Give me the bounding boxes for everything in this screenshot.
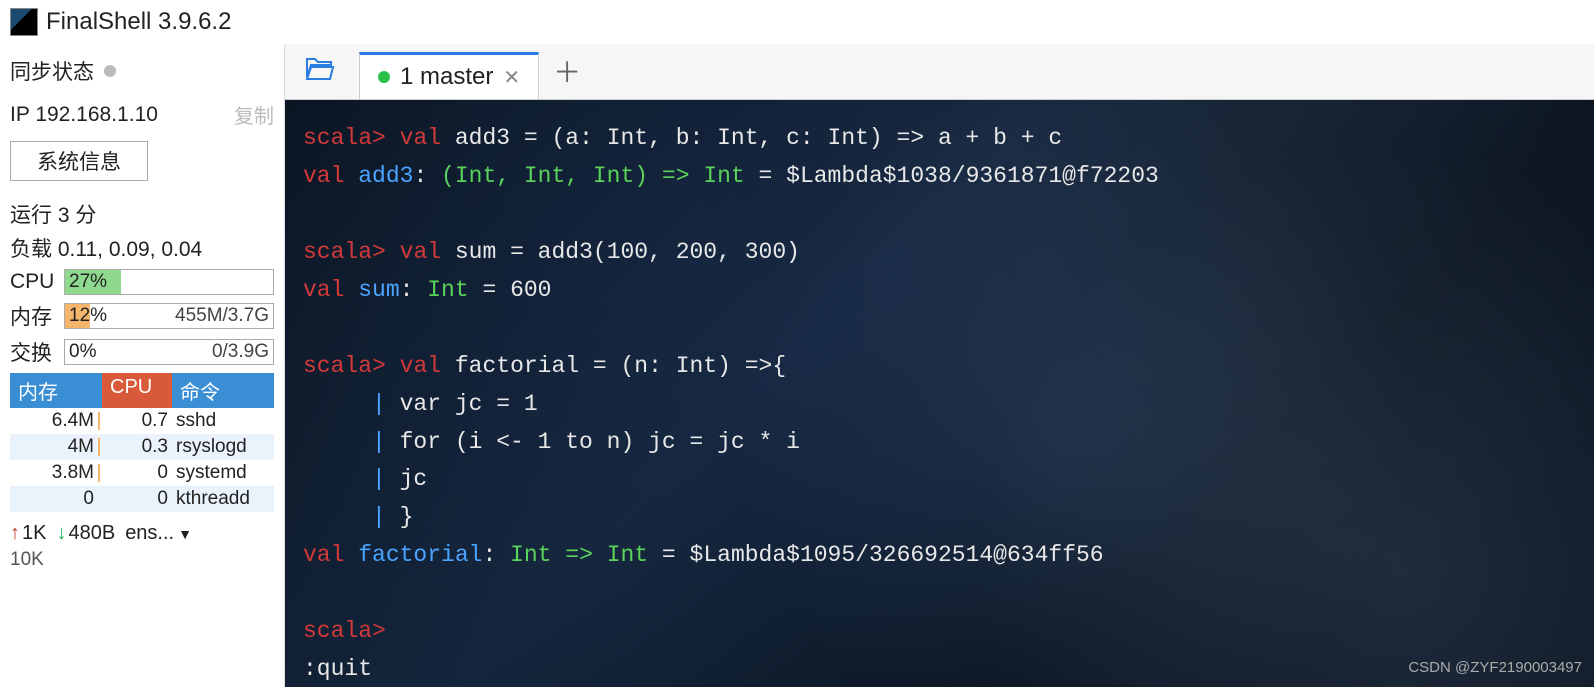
system-info-button[interactable]: 系统信息 (10, 141, 148, 181)
net-row: ↑1K ↓480B ens... ▼ (10, 522, 274, 545)
open-folder-button[interactable] (291, 45, 349, 99)
cpu-row: CPU 27% (10, 269, 274, 295)
ip-text: IP 192.168.1.10 (10, 103, 158, 127)
chevron-down-icon: ▼ (178, 526, 192, 542)
terminal-line (303, 575, 1576, 613)
mem-detail: 455M/3.7G (175, 305, 269, 327)
content: 1 master ✕ ＋ scala> val add3 = (a: Int, … (284, 44, 1594, 687)
proc-cmd: rsyslogd (172, 436, 274, 458)
app-icon (10, 8, 38, 36)
proc-mem: 3.8M (52, 462, 94, 483)
swap-bar: 0% 0/3.9G (64, 339, 274, 365)
terminal-line: | var jc = 1 (303, 386, 1576, 424)
net-iface-label: ens... (125, 522, 174, 545)
net-scale: 10K (10, 549, 274, 571)
terminal[interactable]: scala> val add3 = (a: Int, b: Int, c: In… (285, 100, 1594, 687)
proc-cmd: sshd (172, 410, 274, 432)
folder-open-icon (305, 55, 335, 81)
terminal-line: scala> val sum = add3(100, 200, 300) (303, 234, 1576, 272)
add-tab-button[interactable]: ＋ (539, 44, 595, 99)
net-interface-select[interactable]: ens... ▼ (125, 522, 192, 545)
terminal-line: scala> val add3 = (a: Int, b: Int, c: In… (303, 120, 1576, 158)
terminal-line: val factorial: Int => Int = $Lambda$1095… (303, 537, 1576, 575)
mem-label: 内存 (10, 301, 58, 331)
terminal-line (303, 196, 1576, 234)
proc-cmd: kthreadd (172, 488, 274, 510)
proc-head-mem[interactable]: 内存 (10, 373, 102, 408)
proc-cpu: 0 (102, 462, 172, 484)
net-down: ↓480B (56, 522, 115, 545)
proc-head-cmd[interactable]: 命令 (172, 373, 274, 408)
mem-mark-icon (98, 464, 100, 482)
proc-mem: 6.4M (52, 410, 94, 431)
terminal-line (303, 310, 1576, 348)
swap-pct: 0% (69, 341, 96, 363)
cpu-label: CPU (10, 270, 58, 294)
tab-label: 1 master (400, 63, 493, 91)
proc-cpu: 0.3 (102, 436, 172, 458)
mem-mark-icon (98, 412, 100, 430)
mem-mark-icon (98, 438, 100, 456)
mem-bar: 12% 455M/3.7G (64, 303, 274, 329)
sync-label: 同步状态 (10, 56, 94, 86)
table-row[interactable]: 3.8M 0 systemd (10, 460, 274, 486)
titlebar: FinalShell 3.9.6.2 (0, 0, 1594, 44)
watermark: CSDN @ZYF2190003497 (1408, 656, 1582, 681)
proc-cpu: 0 (102, 488, 172, 510)
load-text: 负载 0.11, 0.09, 0.04 (10, 233, 274, 263)
ip-row: IP 192.168.1.10 复制 (10, 100, 274, 129)
table-row[interactable]: 0 0 kthreadd (10, 486, 274, 512)
mem-row: 内存 12% 455M/3.7G (10, 301, 274, 331)
arrow-up-icon: ↑ (10, 522, 20, 544)
proc-cmd: systemd (172, 462, 274, 484)
terminal-line: :quit (303, 651, 1576, 687)
proc-head-cpu[interactable]: CPU (102, 373, 172, 408)
terminal-line: val add3: (Int, Int, Int) => Int = $Lamb… (303, 158, 1576, 196)
swap-detail: 0/3.9G (212, 341, 269, 363)
main: 同步状态 IP 192.168.1.10 复制 系统信息 运行 3 分 负载 0… (0, 44, 1594, 687)
mem-pct: 12% (69, 305, 107, 327)
terminal-line: | jc (303, 461, 1576, 499)
process-header[interactable]: 内存 CPU 命令 (10, 373, 274, 408)
app-title: FinalShell 3.9.6.2 (46, 8, 231, 36)
sidebar: 同步状态 IP 192.168.1.10 复制 系统信息 运行 3 分 负载 0… (0, 44, 284, 687)
proc-mem: 4M (68, 436, 94, 457)
proc-mem: 0 (83, 488, 94, 509)
cpu-bar: 27% (64, 269, 274, 295)
tabbar: 1 master ✕ ＋ (285, 44, 1594, 100)
sync-status-dot (104, 65, 116, 77)
swap-row: 交换 0% 0/3.9G (10, 337, 274, 367)
arrow-down-icon: ↓ (56, 522, 66, 544)
terminal-line: scala> val factorial = (n: Int) =>{ (303, 348, 1576, 386)
status-dot-icon (378, 71, 390, 83)
close-icon[interactable]: ✕ (503, 65, 520, 90)
net-up: ↑1K (10, 522, 46, 545)
swap-label: 交换 (10, 337, 58, 367)
proc-cpu: 0.7 (102, 410, 172, 432)
terminal-line: | for (i <- 1 to n) jc = jc * i (303, 424, 1576, 462)
terminal-line: val sum: Int = 600 (303, 272, 1576, 310)
copy-button[interactable]: 复制 (234, 100, 274, 129)
sync-status-row: 同步状态 (10, 56, 274, 86)
tab-master[interactable]: 1 master ✕ (359, 52, 539, 99)
table-row[interactable]: 4M 0.3 rsyslogd (10, 434, 274, 460)
uptime-text: 运行 3 分 (10, 199, 274, 229)
table-row[interactable]: 6.4M 0.7 sshd (10, 408, 274, 434)
terminal-line: scala> (303, 613, 1576, 651)
cpu-pct: 27% (69, 271, 107, 293)
terminal-line: | } (303, 499, 1576, 537)
